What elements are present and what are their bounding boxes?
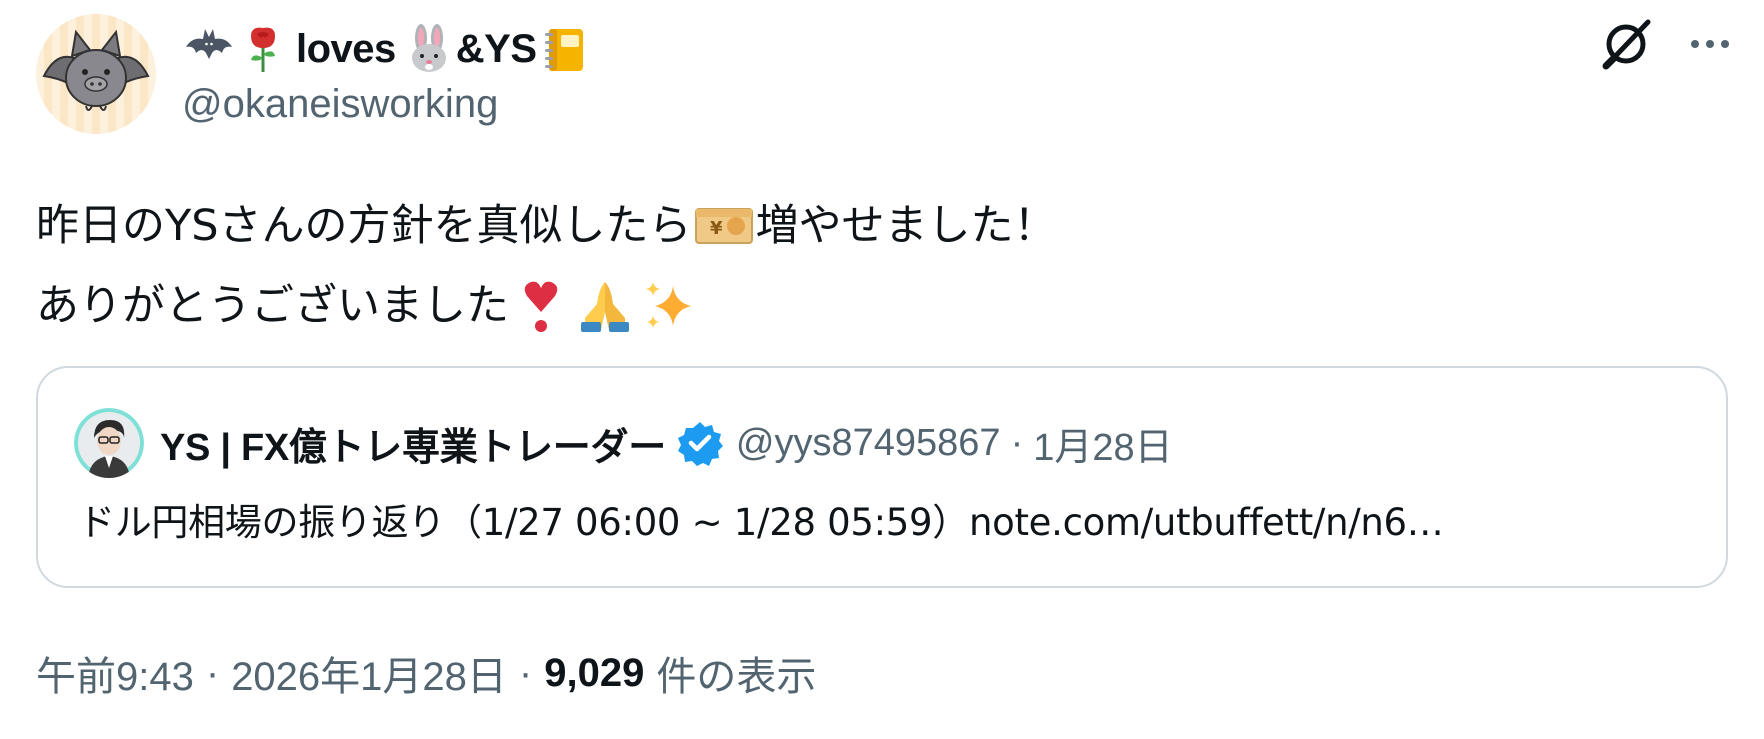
tweet-date[interactable]: 2026年1月28日 xyxy=(231,644,507,702)
meta-separator: · xyxy=(1010,421,1024,464)
bat-icon xyxy=(182,22,236,76)
tweet-text-segment: ありがとうございました xyxy=(36,281,509,331)
quoted-author-avatar[interactable] xyxy=(74,408,144,478)
quoted-tweet-date[interactable]: 1月28日 xyxy=(1033,416,1172,471)
author-avatar[interactable] xyxy=(36,14,156,134)
sparkles-icon xyxy=(637,278,701,334)
more-horizontal-icon[interactable] xyxy=(1686,26,1734,62)
author-display-name[interactable]: loves &YS xyxy=(182,18,591,80)
rose-icon xyxy=(236,22,290,76)
footer-separator: · xyxy=(518,650,533,695)
heart-exclamation-icon xyxy=(509,278,573,334)
quoted-tweet-header: YS | FX億トレ専業トレーダー @yys87495867 · 1月28日 xyxy=(160,414,1173,472)
folded-hands-icon xyxy=(573,278,637,334)
views-count[interactable]: 9,029 xyxy=(544,651,644,696)
tweet-text-segment: 増やせました！ xyxy=(755,201,1057,251)
notebook-icon xyxy=(537,22,591,76)
tweet-text: 昨日のYSさんの方針を真似したら ¥ 増やせました！ ありがとうございました xyxy=(36,186,1716,346)
footer-separator: · xyxy=(205,650,220,695)
views-label: 件の表示 xyxy=(656,655,817,699)
svg-text:¥: ¥ xyxy=(710,218,723,239)
quoted-tweet-card[interactable]: YS | FX億トレ専業トレーダー @yys87495867 · 1月28日 ド… xyxy=(36,366,1728,588)
quoted-author-name[interactable]: YS | FX億トレ専業トレーダー xyxy=(160,416,666,471)
tweet-text-line-2: ありがとうございました xyxy=(36,266,1716,346)
quoted-tweet-text: ドル円相場の振り返り（1/27 06:00 ~ 1/28 05:59）note.… xyxy=(78,501,1444,544)
tweet-text-segment: 昨日のYSさんの方針を真似したら xyxy=(36,201,692,251)
rabbit-face-icon xyxy=(402,22,456,76)
author-handle[interactable]: @okaneisworking xyxy=(182,82,498,127)
quoted-author-handle[interactable]: @yys87495867 xyxy=(736,422,1001,465)
tweet-footer: 午前9:43 · 2026年1月28日 · 9,029 件の表示 xyxy=(36,644,816,702)
verified-badge-icon xyxy=(674,417,726,469)
tweet: loves &YS @okaneisworking 昨日のYSさんの方針を真似し… xyxy=(0,0,1764,739)
author-name-part2: &YS xyxy=(455,26,537,71)
author-name-part1: loves xyxy=(296,26,396,71)
tweet-text-line-1: 昨日のYSさんの方針を真似したら ¥ 増やせました！ xyxy=(36,186,1716,266)
grok-icon[interactable] xyxy=(1598,16,1654,72)
yen-banknote-icon: ¥ xyxy=(692,198,756,254)
tweet-time[interactable]: 午前9:43 xyxy=(36,644,194,702)
